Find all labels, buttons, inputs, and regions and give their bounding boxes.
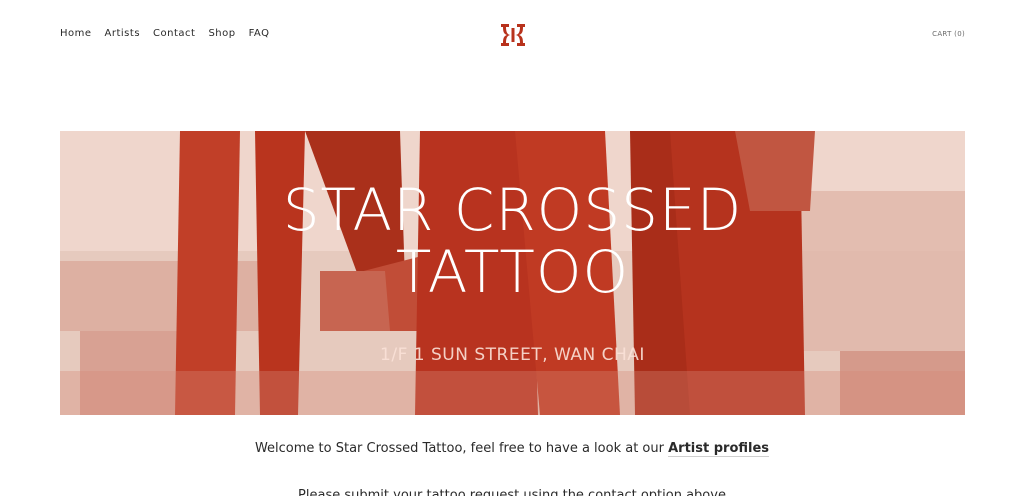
star-crossed-logo-icon[interactable] [500,22,526,48]
hero-title-line-1: STAR CROSSED [282,176,743,244]
welcome-message: Welcome to Star Crossed Tattoo, feel fre… [0,441,1024,457]
submit-request-message: Please submit your tattoo request using … [298,488,726,496]
nav-home-link[interactable]: Home [60,28,92,39]
nav-faq-link[interactable]: FAQ [249,28,270,39]
hero-title: STAR CROSSED TATTOO [60,179,965,303]
hero-banner: STAR CROSSED TATTOO 1/F 1 SUN STREET, WA… [60,131,965,415]
site-header: Home Artists Contact Shop FAQ CART (0) [0,0,1024,70]
cart-link[interactable]: CART (0) [932,30,965,38]
artist-profiles-link[interactable]: Artist profiles [668,441,770,457]
welcome-text: Welcome to Star Crossed Tattoo, feel fre… [254,441,669,456]
nav-contact-link[interactable]: Contact [153,28,195,39]
hero-title-line-2: TATTOO [395,238,630,306]
hero-address: 1/F 1 SUN STREET, WAN CHAI [380,345,645,365]
nav-artists-link[interactable]: Artists [105,28,141,39]
main-nav: Home Artists Contact Shop FAQ [60,28,269,39]
nav-shop-link[interactable]: Shop [208,28,235,39]
